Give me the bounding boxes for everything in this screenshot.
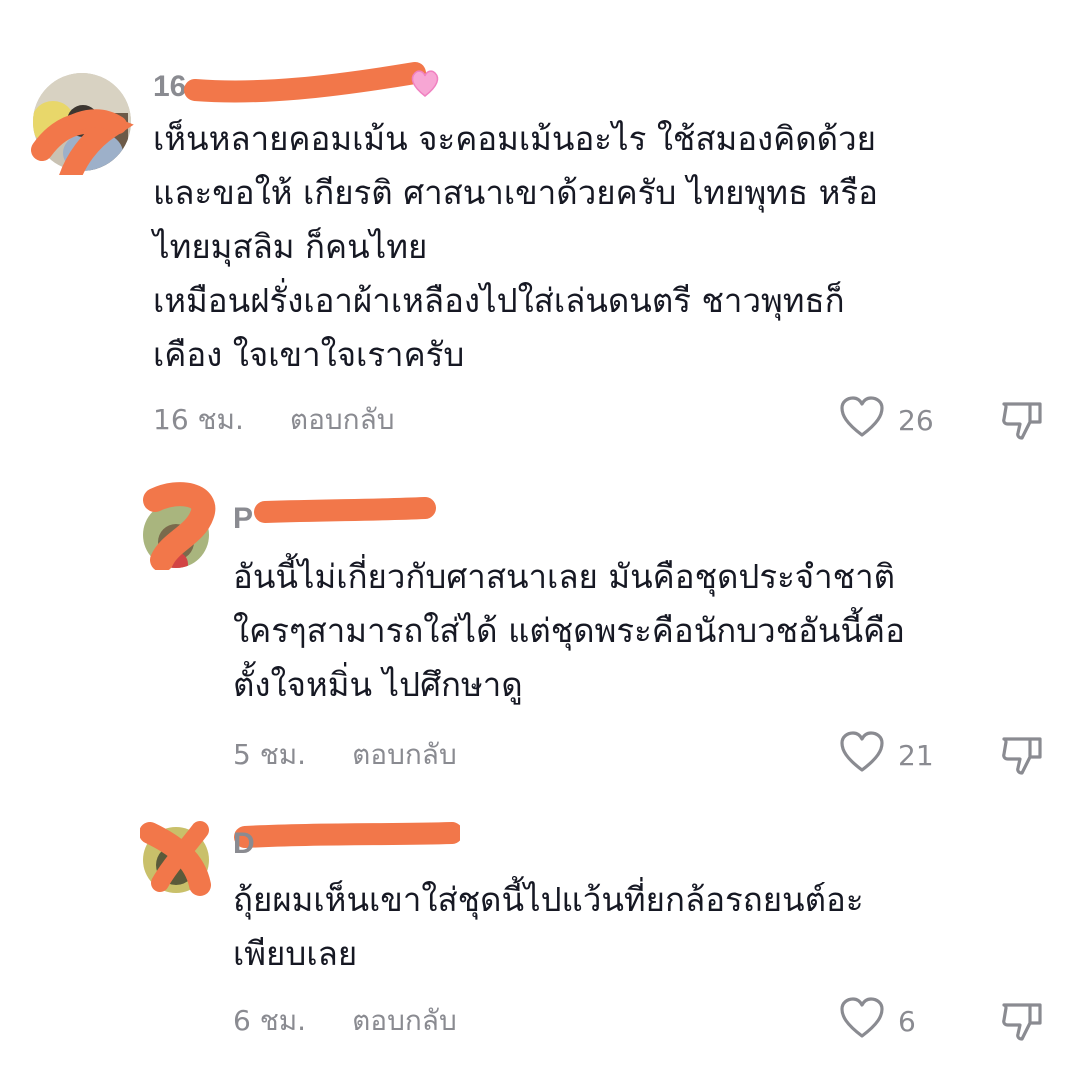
reply-button[interactable]: ตอบกลับ xyxy=(290,398,395,442)
thumbs-down-outline-icon[interactable] xyxy=(1000,733,1044,781)
thumbs-down-outline-icon[interactable] xyxy=(1000,999,1044,1047)
comment-meta: 16 ชม. ตอบกลับ xyxy=(153,400,395,440)
comment-text: เห็นหลายคอมเม้น จะคอมเม้นอะไร ใช้สมองคิด… xyxy=(153,119,878,374)
comment-text: อันนี้ไม่เกี่ยวกับศาสนาเลย มันคือชุดประจ… xyxy=(233,557,905,704)
username[interactable]: D xyxy=(233,827,255,861)
thumbs-down-outline-icon[interactable] xyxy=(1000,398,1044,446)
timestamp: 5 ชม. xyxy=(233,738,307,771)
heart-outline-icon xyxy=(838,395,886,446)
comment-text: ถุ้ยผมเห็นเขาใส่ชุดนี้ไปแว้นที่ยกล้อรถยน… xyxy=(233,880,864,973)
like-count: 26 xyxy=(898,403,934,437)
reply-button[interactable]: ตอบกลับ xyxy=(352,733,457,777)
like-button[interactable]: 6 xyxy=(838,996,916,1047)
username[interactable]: 16 xyxy=(153,70,186,104)
avatar[interactable] xyxy=(143,827,209,893)
username[interactable]: P xyxy=(233,502,253,536)
comment-meta: 6 ชม. ตอบกลับ xyxy=(233,1001,457,1041)
avatar[interactable] xyxy=(33,73,131,171)
timestamp: 16 ชม. xyxy=(153,403,244,436)
heart-emoji-icon xyxy=(408,66,442,106)
like-button[interactable]: 21 xyxy=(838,730,934,781)
avatar[interactable] xyxy=(143,502,209,568)
comment-3: D ถุ้ยผมเห็นเขาใส่ชุดนี้ไปแว้นที่ยกล้อรถ… xyxy=(0,805,1080,1087)
heart-outline-icon xyxy=(838,996,886,1047)
heart-outline-icon xyxy=(838,730,886,781)
reply-button[interactable]: ตอบกลับ xyxy=(352,999,457,1043)
comment-2: P อันนี้ไม่เกี่ยวกับศาสนาเลย มันคือชุดปร… xyxy=(0,480,1080,800)
like-count: 6 xyxy=(898,1004,916,1038)
comment-meta: 5 ชม. ตอบกลับ xyxy=(233,735,457,775)
like-button[interactable]: 26 xyxy=(838,395,934,446)
timestamp: 6 ชม. xyxy=(233,1004,307,1037)
comment-1: 16 เห็นหลายคอมเม้น จะคอมเม้นอะไร ใช้สมอง… xyxy=(0,0,1080,450)
like-count: 21 xyxy=(898,738,934,772)
